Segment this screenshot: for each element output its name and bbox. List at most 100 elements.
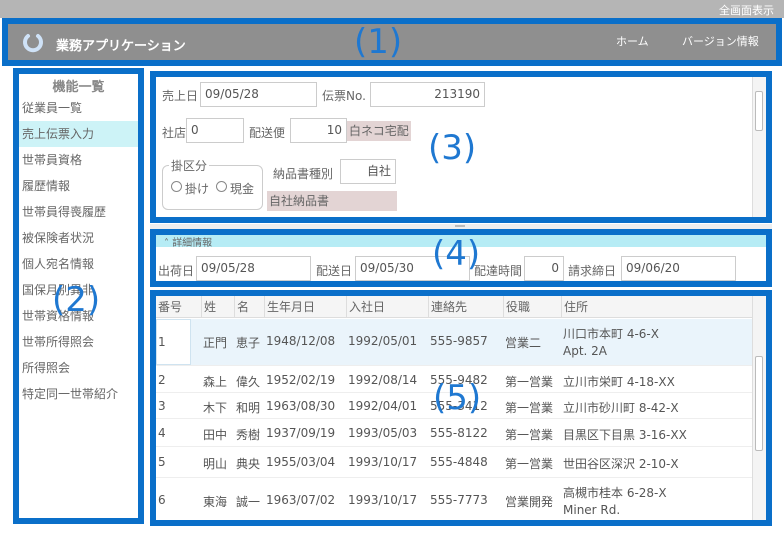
delivery-time-label: 配達時間 <box>474 264 523 278</box>
cell-phone: 555-4848 <box>430 455 488 469</box>
table-row[interactable]: 6 東海 誠一 1963/07/02 1993/10/17 555-7773 営… <box>156 478 752 520</box>
delivery-code-input[interactable]: 10 <box>290 118 347 143</box>
column-header-address[interactable]: 住所 <box>561 296 752 318</box>
cell-title: 第一営業 <box>505 428 554 442</box>
region-label-4: (4) <box>432 234 481 274</box>
sidebar-item-history[interactable]: 履歴情報 <box>19 173 138 199</box>
grid-scroll-thumb[interactable] <box>755 356 763 451</box>
cell-birth: 1948/12/08 <box>266 334 336 348</box>
details-header-label: ˄ 詳細情報 <box>164 238 213 249</box>
column-header-birth[interactable]: 生年月日 <box>264 296 346 318</box>
cell-last-name: 正門 <box>203 336 228 350</box>
form-scroll-thumb[interactable] <box>755 91 763 131</box>
delivery-time-input[interactable]: 0 <box>524 256 564 281</box>
branch-input[interactable]: 0 <box>186 118 244 143</box>
cell-hired: 1992/05/01 <box>348 334 418 348</box>
grid-header: 番号 姓 名 生年月日 入社日 連絡先 役職 住所 <box>156 296 752 318</box>
cell-first-name: 恵子 <box>236 336 261 350</box>
ship-date-input[interactable]: 09/05/28 <box>196 256 311 281</box>
column-header-last-name[interactable]: 姓 <box>201 296 234 318</box>
doc-type-name: 自社納品書 <box>267 191 397 211</box>
sidebar-item-income[interactable]: 所得照会 <box>19 355 138 381</box>
doc-type-label: 納品書種別 <box>273 167 334 181</box>
billing-close-input[interactable]: 09/06/20 <box>621 256 736 281</box>
cell-no: 3 <box>158 399 166 413</box>
slip-no-label: 伝票No. <box>322 89 366 103</box>
cell-last-name: 森上 <box>203 375 228 389</box>
region-label-5: (5) <box>433 378 482 418</box>
region-label-3: (3) <box>428 128 477 168</box>
cell-no: 5 <box>158 455 166 469</box>
cell-last-name: 田中 <box>203 428 228 442</box>
column-header-phone[interactable]: 連絡先 <box>428 296 503 318</box>
cell-title: 第一営業 <box>505 375 554 389</box>
cell-hired: 1993/10/17 <box>348 455 418 469</box>
cell-first-name: 誠一 <box>236 495 261 509</box>
cell-address: 立川市栄町 4-18-XX <box>563 375 675 389</box>
cell-address-line2: Miner Rd. <box>563 503 621 517</box>
table-row[interactable]: 1 正門 恵子 1948/12/08 1992/05/01 555-9857 営… <box>156 319 752 366</box>
form-scrollbar[interactable] <box>752 77 766 217</box>
sidebar-item-employee-list[interactable]: 従業員一覧 <box>19 95 138 121</box>
slip-no-input[interactable]: 213190 <box>370 82 485 107</box>
sidebar-item-personal-address[interactable]: 個人宛名情報 <box>19 251 138 277</box>
cell-title: 第一営業 <box>505 457 554 471</box>
fullscreen-link[interactable]: 全画面表示 <box>719 2 774 18</box>
column-header-no[interactable]: 番号 <box>156 296 201 318</box>
sidebar-item-sales-slip[interactable]: 売上伝票入力 <box>19 121 138 147</box>
column-header-hired[interactable]: 入社日 <box>346 296 428 318</box>
delivery-name: 白ネコ宅配 <box>347 121 411 141</box>
payment-group: 掛区分 掛け 現金 <box>162 157 263 210</box>
grid-scrollbar[interactable] <box>752 296 766 520</box>
cell-address: 世田谷区深沢 2-10-X <box>563 457 679 471</box>
app-title: 業務アプリケーション <box>56 39 186 54</box>
menu-home[interactable]: ホーム <box>616 33 649 49</box>
doc-type-input[interactable]: 自社 <box>340 159 396 184</box>
cell-last-name: 木下 <box>203 401 228 415</box>
cell-last-name: 東海 <box>203 495 228 509</box>
menu-version-info[interactable]: バージョン情報 <box>682 33 759 49</box>
cell-title: 第一営業 <box>505 401 554 415</box>
cell-first-name: 秀樹 <box>236 428 261 442</box>
sidebar-title: 機能一覧 <box>52 80 105 95</box>
sidebar-item-household-qualification[interactable]: 世帯員資格 <box>19 147 138 173</box>
region-label-2: (2) <box>52 280 101 320</box>
cell-birth: 1963/07/02 <box>266 493 336 507</box>
sidebar-item-same-household[interactable]: 特定同一世帯紹介 <box>19 381 138 407</box>
cell-no: 1 <box>158 335 166 349</box>
cell-no: 2 <box>158 373 166 387</box>
cell-address-line2: Apt. 2A <box>563 344 608 358</box>
billing-close-label: 請求締日 <box>568 264 617 278</box>
sidebar-item-household-history[interactable]: 世帯員得喪履歴 <box>19 199 138 225</box>
cell-phone: 555-8122 <box>430 426 488 440</box>
cell-hired: 1993/10/17 <box>348 493 418 507</box>
cell-title: 営業二 <box>505 336 542 350</box>
delivery-date-label: 配送日 <box>316 264 353 278</box>
cell-last-name: 明山 <box>203 457 228 471</box>
cell-address: 高槻市桂本 6-28-X <box>563 486 667 500</box>
ship-date-label: 出荷日 <box>158 264 195 278</box>
table-row[interactable]: 4 田中 秀樹 1937/09/19 1993/05/03 555-8122 第… <box>156 419 752 447</box>
cell-no: 4 <box>158 426 166 440</box>
payment-credit-label: 掛け <box>185 182 210 196</box>
cell-hired: 1992/08/14 <box>348 373 418 387</box>
collapse-caret-icon: ˄ <box>164 238 173 249</box>
sales-date-label: 売上日 <box>162 89 199 103</box>
cell-hired: 1993/05/03 <box>348 426 418 440</box>
cell-first-name: 和明 <box>236 401 261 415</box>
cell-first-name: 偉久 <box>236 375 261 389</box>
cell-birth: 1955/03/04 <box>266 455 336 469</box>
splitter-grip[interactable] <box>455 225 465 227</box>
column-header-title[interactable]: 役職 <box>503 296 561 318</box>
payment-cash-label: 現金 <box>230 182 255 196</box>
payment-credit-radio[interactable] <box>171 181 182 192</box>
sidebar-item-insured-status[interactable]: 被保険者状況 <box>19 225 138 251</box>
column-header-first-name[interactable]: 名 <box>234 296 264 318</box>
table-row[interactable]: 5 明山 典央 1955/03/04 1993/10/17 555-4848 第… <box>156 447 752 478</box>
delivery-label: 配送便 <box>249 126 286 140</box>
cell-no: 6 <box>158 493 166 507</box>
cell-phone: 555-7773 <box>430 493 488 507</box>
payment-cash-radio[interactable] <box>216 181 227 192</box>
sales-date-input[interactable]: 09/05/28 <box>200 82 317 107</box>
sidebar-item-household-income[interactable]: 世帯所得照会 <box>19 329 138 355</box>
